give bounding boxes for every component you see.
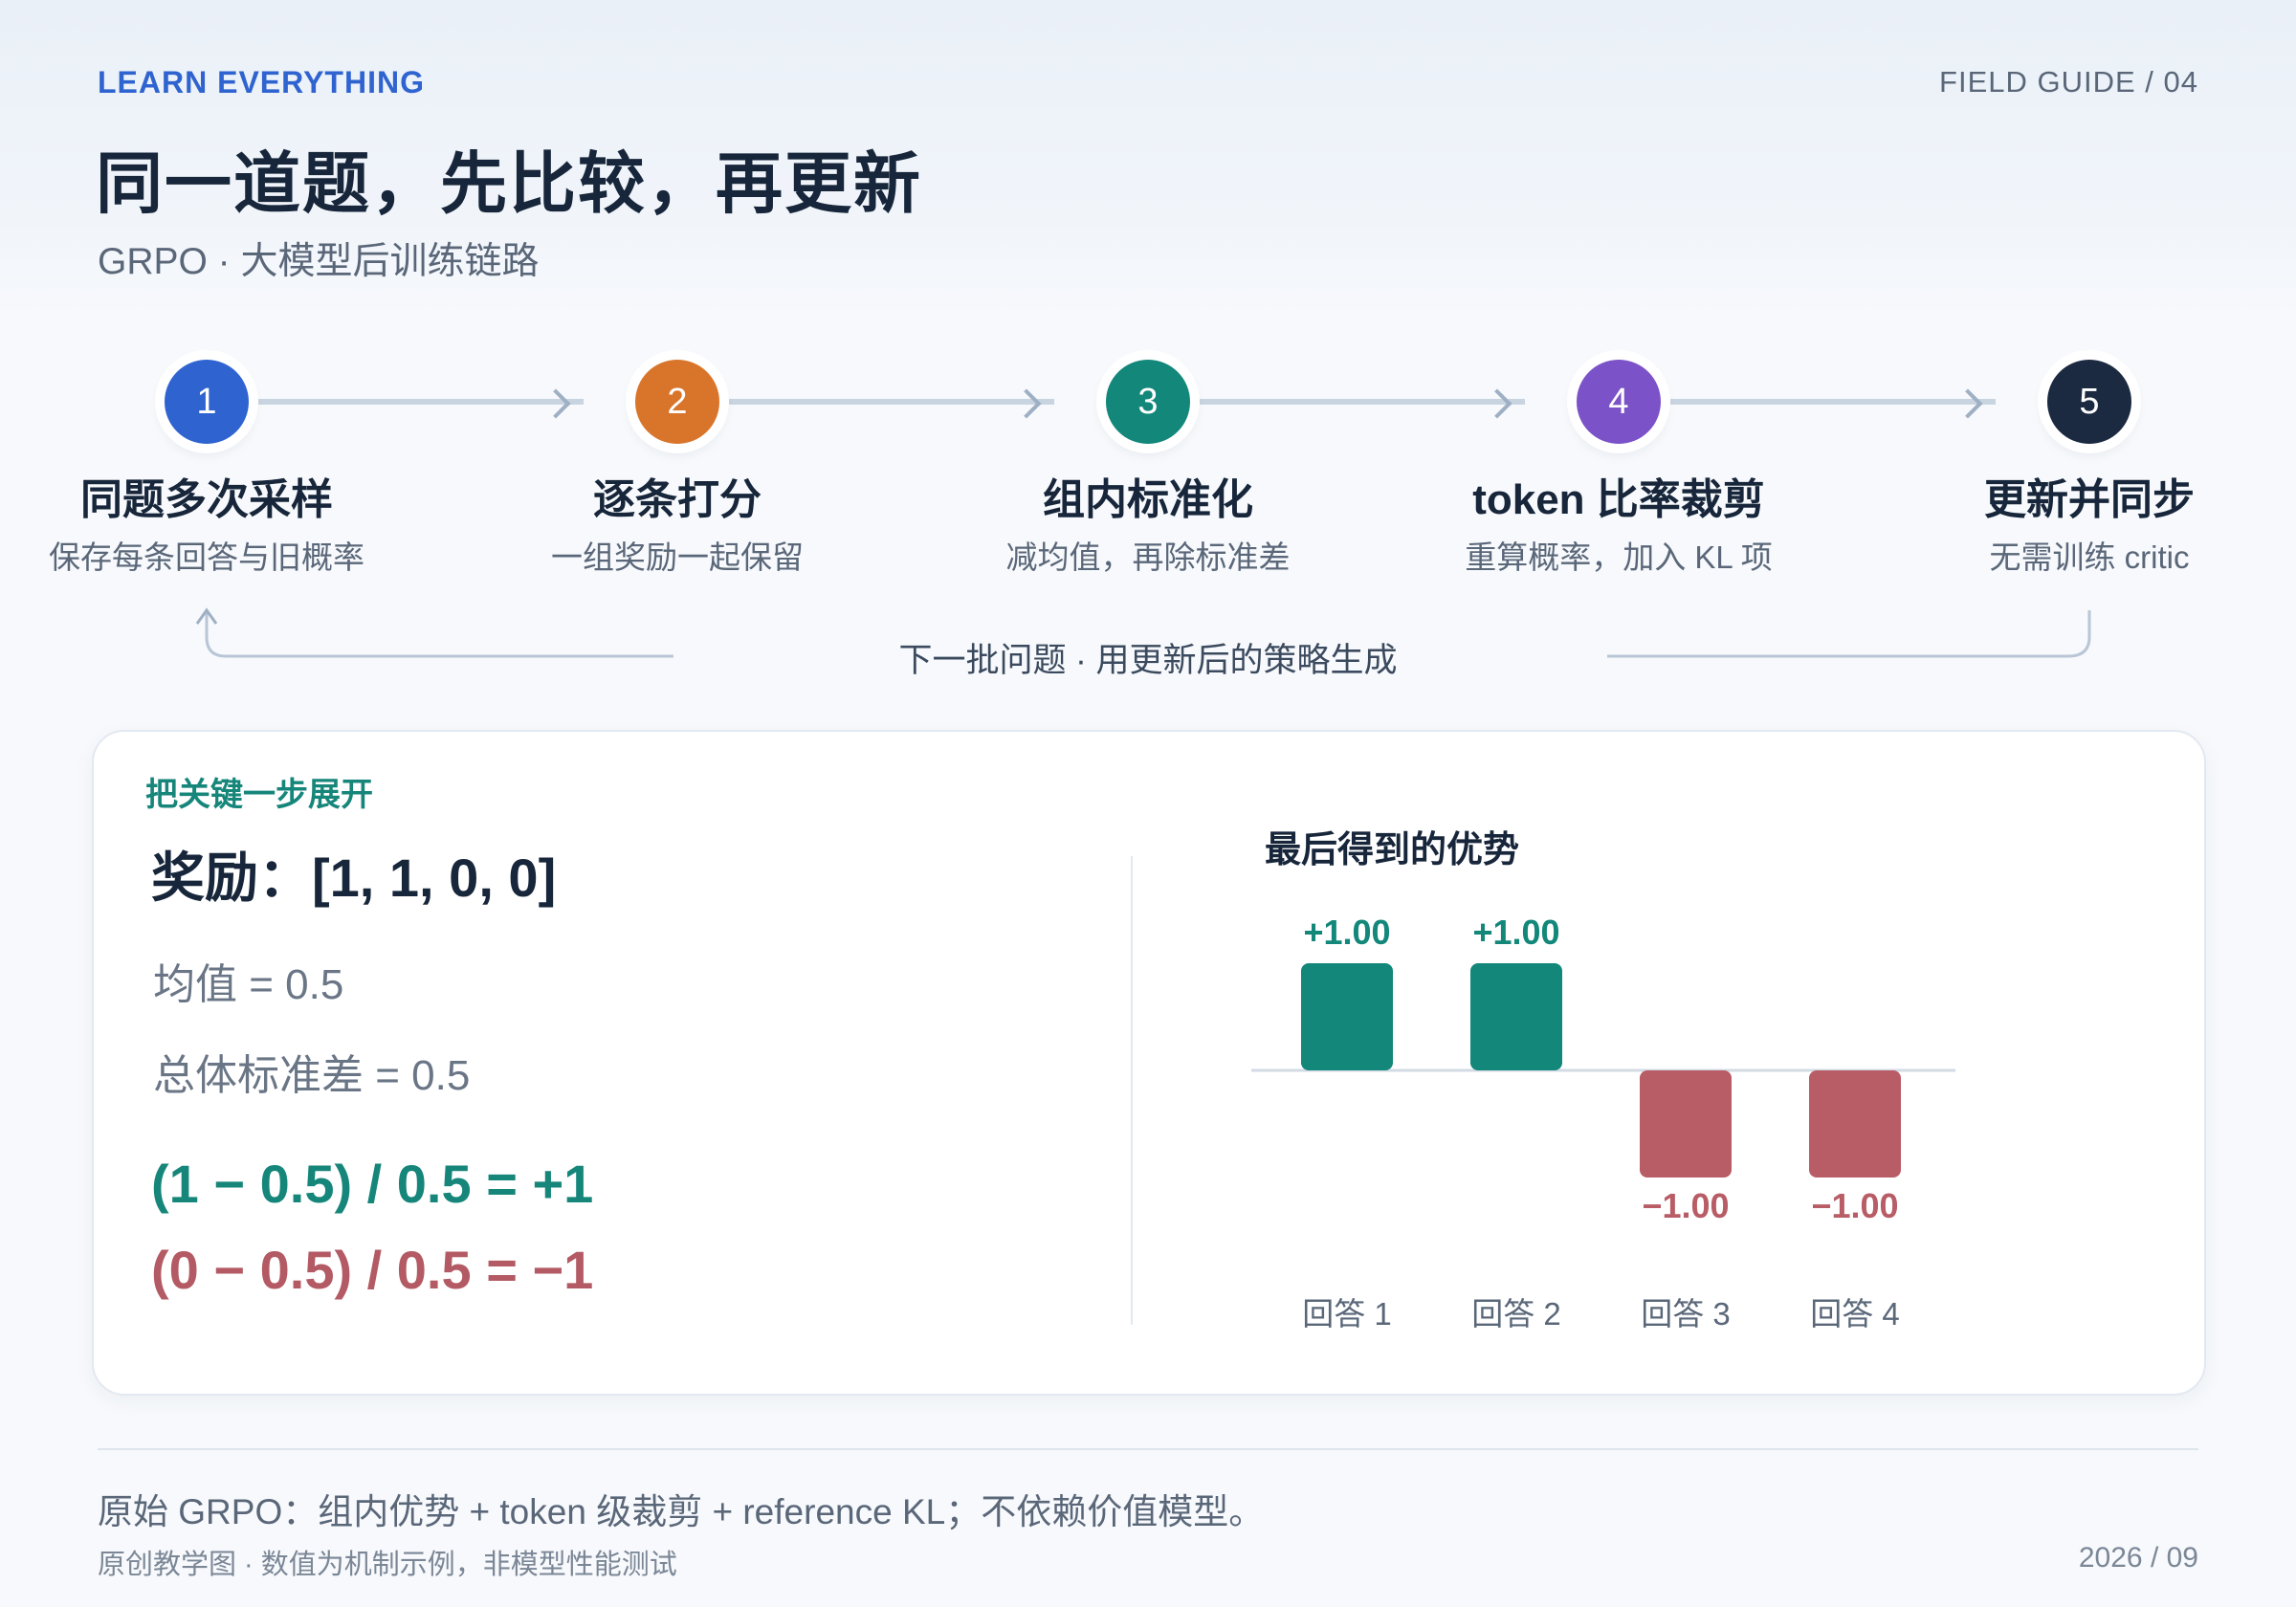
step-description: 一组奖励一起保留 <box>551 539 804 575</box>
step-number-badge: 4 <box>1577 360 1661 444</box>
chart-category-label: 回答 3 <box>1641 1296 1731 1332</box>
advantage-bar-chart: +1.00 回答 1 +1.00 回答 2 −1.00 回答 3 −1.00 回答 4 <box>1251 914 1955 1332</box>
step-number-badge: 5 <box>2047 360 2131 444</box>
negative-advantage-equation: (0 − 0.5) / 0.5 = −1 <box>151 1240 594 1300</box>
step-title: 更新并同步 <box>1984 476 2195 523</box>
step-connector <box>1200 399 1525 405</box>
step-title: 逐条打分 <box>593 476 762 523</box>
chart-category-label: 回答 2 <box>1471 1296 1561 1332</box>
footer-disclaimer: 原创教学图 · 数值为机制示例，非模型性能测试 <box>98 1550 677 1580</box>
step-number-badge: 3 <box>1106 360 1190 444</box>
guide-label: FIELD GUIDE / 04 <box>1939 65 2198 99</box>
footer-divider <box>98 1448 2198 1450</box>
chart-category-label: 回答 1 <box>1302 1296 1392 1332</box>
chart-value-label: +1.00 <box>1303 914 1390 952</box>
step-description: 减均值，再除标准差 <box>1005 539 1291 575</box>
mean-value: 均值 = 0.5 <box>153 961 344 1008</box>
chart-bar <box>1640 1070 1732 1178</box>
step-connector <box>729 399 1054 405</box>
page-subtitle: GRPO · 大模型后训练链路 <box>98 241 540 282</box>
detail-card: 把关键一步展开 奖励：[1, 1, 0, 0] 均值 = 0.5 总体标准差 =… <box>92 730 2206 1396</box>
step-title: 组内标准化 <box>1043 476 1253 523</box>
chart-title: 最后得到的优势 <box>1265 830 1520 870</box>
card-divider <box>1131 856 1133 1325</box>
page-title: 同一道题，先比较，再更新 <box>96 146 922 221</box>
arrow-right-icon <box>1011 388 1042 419</box>
step-description: 重算概率，加入 KL 项 <box>1465 539 1773 575</box>
chart-value-label: −1.00 <box>1642 1186 1729 1225</box>
step-number-badge: 1 <box>165 360 249 444</box>
chart-bar <box>1301 963 1393 1070</box>
step-number-badge: 2 <box>635 360 719 444</box>
arrow-right-icon <box>1482 388 1512 419</box>
std-value: 总体标准差 = 0.5 <box>153 1052 471 1099</box>
reward-vector: 奖励：[1, 1, 0, 0] <box>151 848 557 908</box>
chart-value-label: −1.00 <box>1811 1186 1898 1225</box>
step-description: 保存每条回答与旧概率 <box>49 539 364 575</box>
loop-label: 下一批问题 · 用更新后的策略生成 <box>898 642 1398 679</box>
step-description: 无需训练 critic <box>1989 539 2190 575</box>
positive-advantage-equation: (1 − 0.5) / 0.5 = +1 <box>151 1154 594 1214</box>
chart-bar <box>1809 1070 1901 1178</box>
footer-note: 原始 GRPO：组内优势 + token 级裁剪 + reference KL；… <box>98 1492 1265 1531</box>
brand-kicker: LEARN EVERYTHING <box>98 65 425 99</box>
step-title: 同题多次采样 <box>80 476 333 523</box>
chart-value-label: +1.00 <box>1472 914 1559 952</box>
step-title: token 比率裁剪 <box>1472 476 1765 523</box>
arrow-right-icon <box>541 388 571 419</box>
footer-date: 2026 / 09 <box>2078 1542 2198 1574</box>
chart-bar <box>1470 963 1562 1070</box>
step-connector <box>1670 399 1996 405</box>
step-connector <box>258 399 584 405</box>
arrow-right-icon <box>1953 388 1983 419</box>
card-kicker: 把关键一步展开 <box>145 777 373 813</box>
chart-category-label: 回答 4 <box>1810 1296 1900 1332</box>
